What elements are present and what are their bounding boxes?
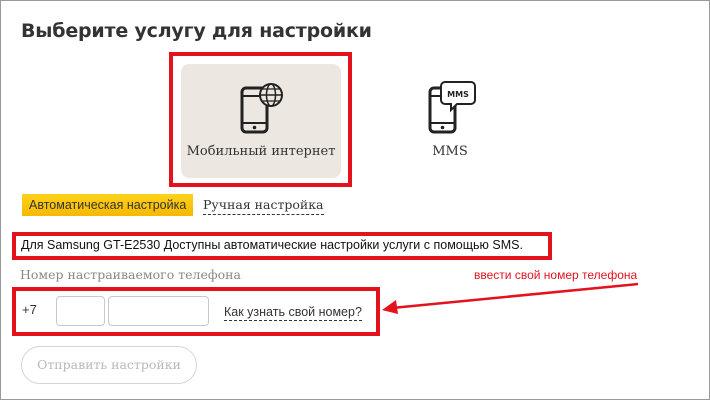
tab-manual-setup[interactable]: Ручная настройка bbox=[203, 196, 324, 215]
service-label: Мобильный интернет bbox=[186, 144, 336, 159]
country-code-prefix: +7 bbox=[22, 302, 37, 317]
tab-automatic-setup[interactable]: Автоматическая настройка bbox=[22, 194, 194, 216]
mms-icon-text: MMS bbox=[447, 90, 469, 99]
service-label: MMS bbox=[432, 144, 468, 159]
page-title: Выберите услугу для настройки bbox=[21, 20, 372, 42]
service-mobile-internet[interactable]: Мобильный интернет bbox=[181, 64, 341, 178]
phone-mms-icon: MMS bbox=[428, 81, 476, 134]
annotation-arrow-icon bbox=[382, 282, 639, 314]
phone-code-input[interactable] bbox=[56, 296, 105, 326]
phone-number-input[interactable] bbox=[108, 296, 209, 326]
service-mms[interactable]: MMS MMS bbox=[380, 64, 520, 178]
availability-info-text: Для Samsung GT-E2530 Доступны автоматиче… bbox=[21, 238, 523, 252]
find-my-number-link[interactable]: Как узнать свой номер? bbox=[224, 305, 362, 321]
phone-field-label: Номер настраиваемого телефона bbox=[20, 267, 241, 282]
phone-globe-icon bbox=[240, 83, 283, 134]
send-settings-button[interactable]: Отправить настройки bbox=[21, 346, 197, 384]
